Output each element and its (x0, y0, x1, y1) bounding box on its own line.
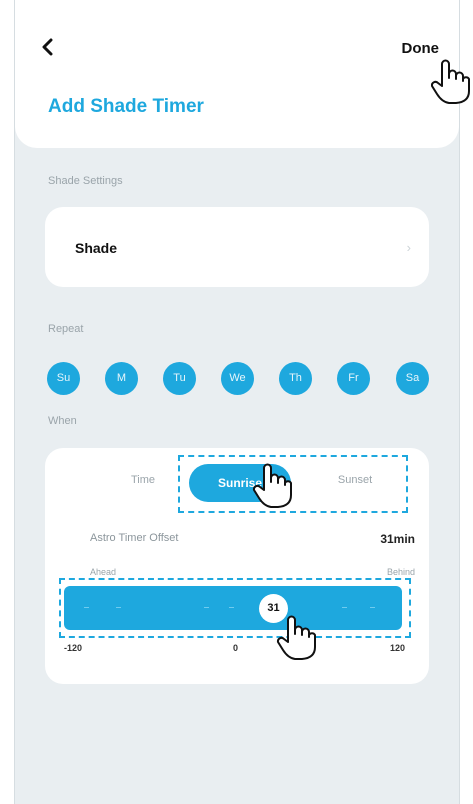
slider-min-label: -120 (64, 643, 83, 653)
shade-selector[interactable]: Shade › (45, 207, 429, 287)
shade-settings-label: Shade Settings (48, 175, 123, 187)
day-toggle-m[interactable]: M (105, 362, 138, 395)
behind-label: Behind (386, 567, 415, 577)
day-toggle-fr[interactable]: Fr (337, 362, 370, 395)
back-button[interactable] (39, 38, 57, 56)
offset-label: Astro Timer Offset (90, 532, 179, 544)
pointer-hand-icon (276, 615, 316, 660)
pointer-hand-icon (252, 463, 292, 508)
day-toggle-we[interactable]: We (221, 362, 254, 395)
mode-time[interactable]: Time (105, 474, 181, 486)
chevron-right-icon: › (406, 240, 411, 255)
day-toggle-tu[interactable]: Tu (163, 362, 196, 395)
day-toggle-th[interactable]: Th (279, 362, 312, 395)
chevron-left-icon (42, 38, 53, 56)
done-button[interactable]: Done (402, 40, 440, 57)
repeat-days: Su M Tu We Th Fr Sa (47, 362, 429, 396)
day-toggle-sa[interactable]: Sa (396, 362, 429, 395)
when-label: When (48, 415, 77, 427)
page-title: Add Shade Timer (48, 96, 204, 117)
offset-value: 31min (380, 532, 415, 546)
phone-screen: Done Add Shade Timer Shade Settings Shad… (14, 0, 460, 804)
header: Done Add Shade Timer (15, 0, 459, 148)
highlight-slider-box (59, 578, 411, 638)
day-toggle-su[interactable]: Su (47, 362, 80, 395)
pointer-hand-icon (430, 59, 470, 104)
ahead-label: Ahead (90, 567, 117, 577)
shade-value: Shade (75, 240, 118, 256)
slider-mid-label: 0 (233, 643, 239, 653)
repeat-label: Repeat (48, 323, 84, 335)
slider-max-label: 120 (390, 643, 406, 653)
